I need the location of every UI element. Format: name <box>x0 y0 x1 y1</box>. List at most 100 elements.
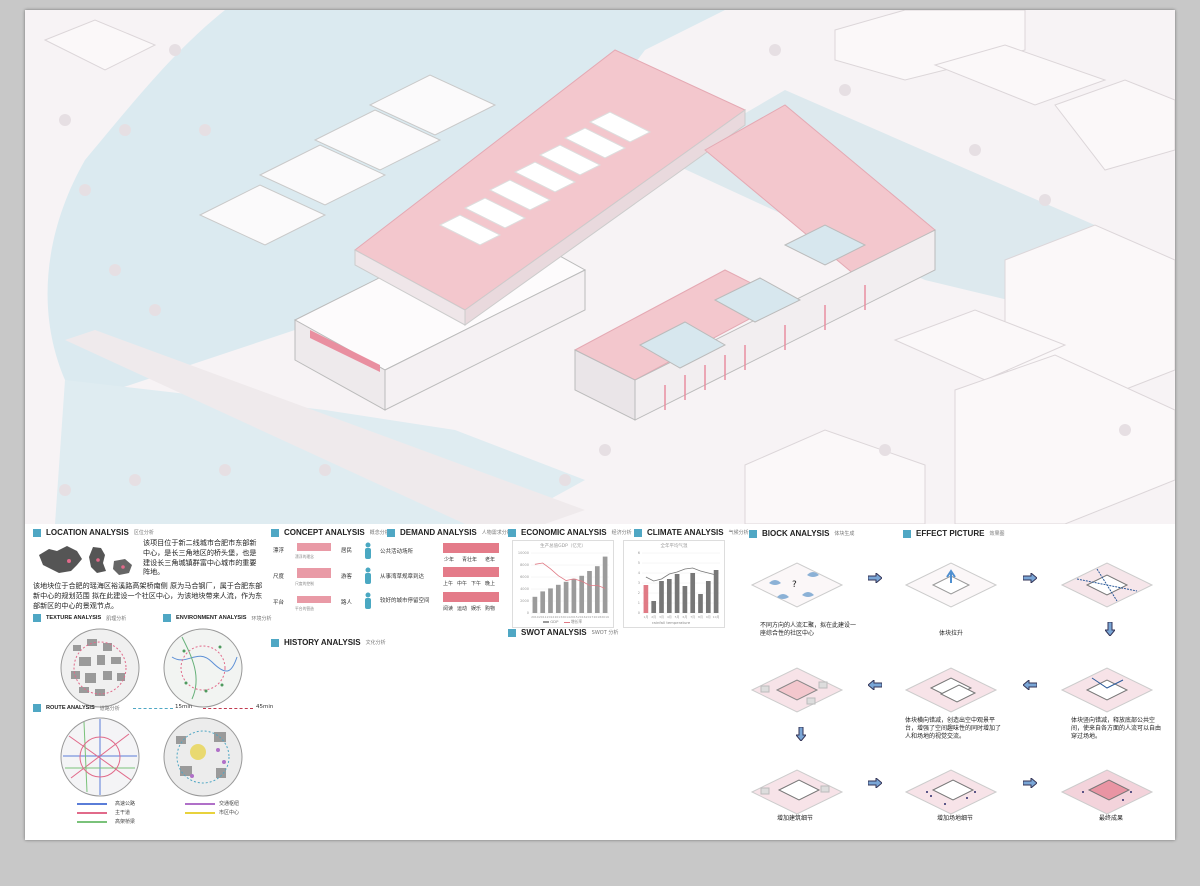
x-tick-label: 10月 <box>713 615 720 619</box>
concept-row-label: 漂浮 <box>273 548 285 554</box>
y-tick-label: 6 <box>638 551 640 555</box>
demand-bar-activity <box>443 592 499 602</box>
location-paragraph-1: 该项目位于新二线城市合肥市东部新中心，是长三角地区的桥头堡，也是建设长三角城镇群… <box>143 538 257 577</box>
demand-tag: 晚上 <box>485 581 496 587</box>
section-title-cn: 道路分析 <box>99 705 120 712</box>
arrow-right-icon <box>1023 778 1037 788</box>
block-step-6-diagram <box>904 769 998 815</box>
demand-tag: 青壮年 <box>462 557 478 563</box>
concept-row-caption: 平台的营造 <box>295 606 314 611</box>
section-marker <box>634 528 642 537</box>
section-marker <box>33 704 41 712</box>
gdp-legend-swatch <box>543 621 549 623</box>
section-title-en: ROUTE ANALYSIS <box>46 705 95 711</box>
step-caption-4: 体块横向错减，创造出空中观景平台，增强了空间趣味性的同时增加了人和场地的视觉交流… <box>905 717 1002 741</box>
climate-legend: rainfall temperature <box>652 620 691 625</box>
bar <box>602 556 608 613</box>
bar <box>698 594 703 613</box>
step-caption-5: 增加建筑细节 <box>777 815 814 822</box>
bar <box>713 570 719 613</box>
y-tick-label: 4000 <box>520 587 529 591</box>
block-analysis-title: BlOCK ANALYSIS 体块生成 <box>749 529 854 538</box>
climate-chart: 全年平均气温 0 1 2 3 4 5 6 1月 2月 3月 4月 5月 6月 7月 8月 9月 10月 rain… <box>623 540 725 628</box>
gdp-chart-svg: 02000400060008000100002010 2011 2012 2013 20… <box>518 551 609 619</box>
province-map-icon <box>89 547 106 573</box>
legend-45min-label: 45min <box>256 704 274 710</box>
section-title-en: CLIMATE ANALYSIS <box>647 528 724 537</box>
legend-line-viaduct <box>77 821 107 823</box>
demand-tag: 下午 <box>471 581 482 587</box>
x-tick-label: 7月 <box>690 615 695 619</box>
x-tick-label: 9月 <box>706 615 711 619</box>
section-marker <box>163 614 171 622</box>
x-tick-label: 3月 <box>659 615 664 619</box>
series-line <box>534 562 606 589</box>
block-step-3b-diagram <box>1060 667 1154 713</box>
section-title-en: EFFECT PICTURE <box>916 529 985 538</box>
section-marker <box>387 528 395 537</box>
section-marker <box>508 628 516 637</box>
arrow-right-icon <box>868 573 882 583</box>
block-step-3-diagram <box>1060 562 1154 608</box>
step-caption-3: 体块竖向错减，释放底部公共空间，使来自各方面的人流可以自由穿过场地。 <box>1071 717 1162 741</box>
bar <box>643 585 649 613</box>
section-title-en: ENVIRONMENT ANALYSIS <box>176 615 247 621</box>
section-title-cn: 气候分析 <box>728 530 749 536</box>
demand-analysis-title: DEMAND ANALYSIS 人物需求分析 <box>387 528 512 537</box>
demand-bar-time <box>443 567 499 577</box>
legend-label-city-center: 市区中心 <box>219 810 240 816</box>
bar <box>682 586 688 613</box>
concept-row-caption: 尺度的控制 <box>295 581 314 586</box>
block-step-2-diagram <box>904 562 998 608</box>
arrow-left-icon <box>1023 680 1037 690</box>
concept-row-caption: 漂浮的理念 <box>295 554 314 559</box>
bar <box>666 579 672 613</box>
demand-bar-age <box>443 543 499 553</box>
bar <box>705 581 711 613</box>
legend-label-highway: 高速公路 <box>115 801 136 807</box>
route-map-circle <box>60 717 140 797</box>
concept-analysis-title: CONCEPT ANALYSIS 概念分析 <box>271 528 390 537</box>
bar <box>690 573 696 613</box>
section-marker <box>903 529 911 538</box>
x-tick-label: 8月 <box>698 615 703 619</box>
person-icons <box>365 542 371 609</box>
bar <box>587 571 592 613</box>
bar <box>594 566 600 613</box>
legend-label-hub: 交通枢纽 <box>219 801 240 807</box>
arrow-right-icon <box>868 778 882 788</box>
concept-row-label: 尺度 <box>273 574 285 580</box>
section-marker <box>508 528 516 537</box>
demand-tag: 阅读 <box>443 606 454 612</box>
city-map-icon <box>113 559 132 575</box>
x-tick-label: 2018 <box>593 615 601 619</box>
section-title-en: SWOT ANALYSIS <box>521 628 587 637</box>
arrow-right-icon <box>1023 573 1037 583</box>
demand-tag: 购物 <box>485 606 496 612</box>
effect-picture-title: EFFECT PICTURE 效果图 <box>903 529 1004 538</box>
section-title-en: HISTORY ANALYSIS <box>284 638 361 647</box>
svg-text:?: ? <box>792 580 797 590</box>
location-analysis-title: LOCATION ANALYSIS 区位分析 <box>33 528 154 537</box>
y-tick-label: 2000 <box>520 599 529 603</box>
section-title-en: BlOCK ANALYSIS <box>762 529 830 538</box>
demand-tag: 娱乐 <box>471 606 482 612</box>
section-title-cn: 体块生成 <box>834 531 855 537</box>
swot-analysis-title: SWOT ANALYSIS SWOT 分析 <box>508 628 618 637</box>
china-map-icon <box>39 546 82 573</box>
section-marker <box>33 614 41 622</box>
bar <box>548 588 553 613</box>
texture-map-circle <box>60 628 140 708</box>
legend-15min-line <box>133 708 173 709</box>
history-analysis-title: HISTORY ANALYSIS 文化分析 <box>271 638 386 647</box>
x-tick-label: 2010 <box>531 615 539 619</box>
arrow-left-icon <box>868 680 882 690</box>
climate-chart-svg: 0 1 2 3 4 5 6 1月 2月 3月 4月 5月 6月 7月 8月 9月 10月 <box>638 551 720 619</box>
growth-legend-label: 增长率 <box>570 619 583 624</box>
section-title-cn: 肌理分析 <box>106 615 127 622</box>
demand-tag: 少年 <box>444 557 455 563</box>
section-marker <box>271 638 279 647</box>
legend-line-main-road <box>77 812 107 814</box>
section-title-en: LOCATION ANALYSIS <box>46 528 129 537</box>
location-paragraph-2: 该地块位于合肥的瑶海区裕溪路高架桥南侧 原为马合钢厂，属于合肥东部新中心的规划范… <box>33 581 263 610</box>
